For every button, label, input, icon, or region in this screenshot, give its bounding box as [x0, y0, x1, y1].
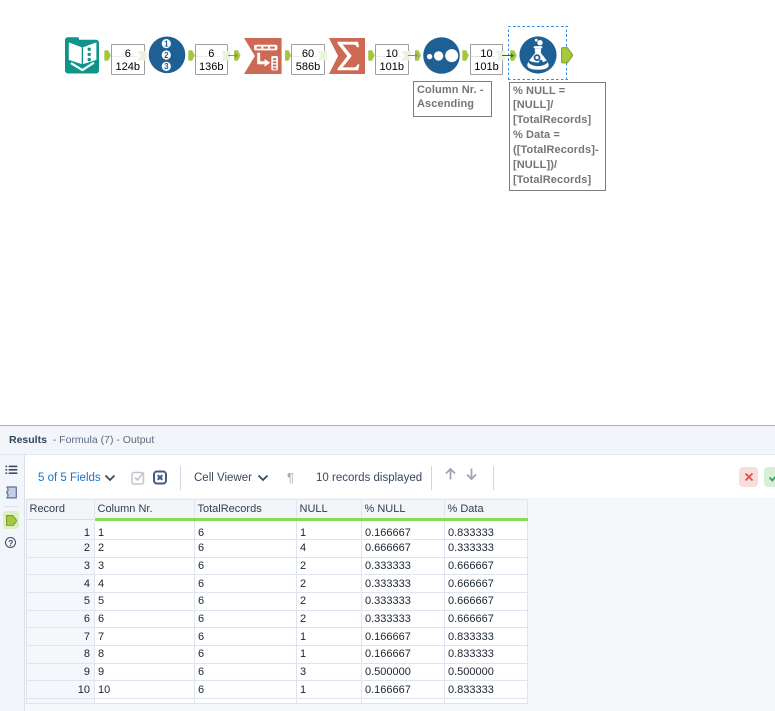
svg-text:1: 1: [164, 39, 169, 48]
svg-text:3: 3: [164, 62, 169, 71]
svg-text:2: 2: [164, 51, 169, 60]
